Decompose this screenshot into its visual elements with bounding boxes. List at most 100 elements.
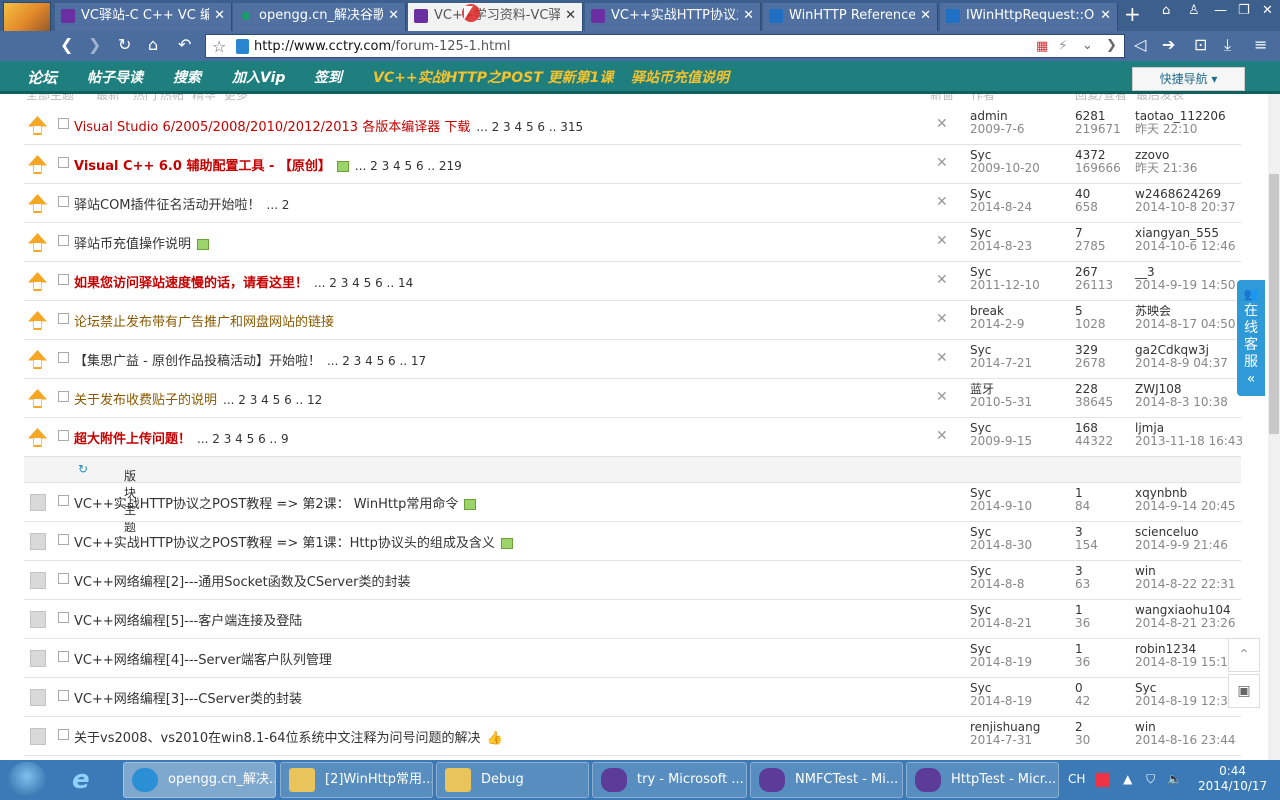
page-links[interactable]: ... 2 3 4 5 6 .. 9 (197, 432, 289, 446)
page-links[interactable]: ... 2 3 4 5 6 .. 315 (476, 120, 583, 134)
thread-checkbox[interactable] (58, 534, 69, 545)
thread-row[interactable]: 关于vs2008、vs2010在win8.1-64位系统中文注释为问号问题的解决… (24, 717, 1241, 756)
thread-title-link[interactable]: 论坛禁止发布带有广告推广和网盘网站的链接 (74, 315, 334, 330)
thread-checkbox[interactable] (58, 118, 69, 129)
last-post-time[interactable]: 昨天 22:10 (1135, 123, 1226, 136)
thread-row[interactable]: VC++网络编程[2]---通用Socket函数及CServer类的封装 Syc 2… (24, 561, 1241, 600)
taskbar-item[interactable]: HttpTest - Micr... (906, 762, 1059, 798)
page-links[interactable]: ... 2 3 4 5 6 .. 14 (314, 276, 413, 290)
list-header-item[interactable]: 更多 (224, 94, 248, 103)
tab-close-icon[interactable]: ✕ (565, 3, 576, 29)
last-post-time[interactable]: 2014-9-14 20:45 (1135, 500, 1236, 513)
thread-title-area[interactable]: Visual C++ 6.0 辅助配置工具 - 【原创】 ... 2 3 4 5 … (74, 155, 462, 174)
list-header-item[interactable]: 作者 (971, 94, 995, 103)
last-post-time[interactable]: 2014-8-22 22:31 (1135, 578, 1236, 591)
tab-close-icon[interactable]: ✕ (1100, 3, 1111, 29)
thread-checkbox[interactable] (58, 495, 69, 506)
security-icon[interactable]: ⛉ (1146, 772, 1155, 786)
qr-code-button[interactable]: ▣ (1228, 674, 1260, 708)
site-nav-highlight[interactable]: VC++实战HTTP之POST 更新第1课 (373, 69, 613, 87)
scrollbar[interactable] (1268, 94, 1280, 760)
list-header-item[interactable]: 最新 (96, 94, 120, 103)
minimize-button[interactable]: — (1214, 3, 1227, 18)
thread-title-area[interactable]: VC++网络编程[4]---Server端客户队列管理 (74, 649, 332, 668)
site-nav-item[interactable]: 论坛 (27, 69, 57, 87)
thread-title-area[interactable]: 超大附件上传问题！ ... 2 3 4 5 6 .. 9 (74, 428, 289, 447)
thread-checkbox[interactable] (58, 690, 69, 701)
taskbar-item[interactable]: NMFCTest - Mi... (750, 762, 903, 798)
go-icon[interactable]: ❯ (1106, 38, 1117, 53)
scrollbar-thumb[interactable] (1269, 174, 1279, 434)
pinned-thread-row[interactable]: 如果您访问驿站速度慢的话，请看这里！ ... 2 3 4 5 6 .. 14 ✕ Sy… (24, 262, 1241, 301)
close-icon[interactable]: ✕ (936, 311, 948, 327)
page-links[interactable]: ... 2 3 4 5 6 .. 12 (223, 393, 322, 407)
pinned-thread-row[interactable]: 关于发布收费贴子的说明 ... 2 3 4 5 6 .. 12 ✕ 蓝牙 2010-5-… (24, 379, 1241, 418)
tab-close-icon[interactable]: ✕ (743, 3, 754, 29)
clock[interactable]: 0:44 2014/10/17 (1198, 764, 1267, 794)
thread-checkbox[interactable] (58, 573, 69, 584)
thread-title-link[interactable]: 关于vs2008、vs2010在win8.1-64位系统中文注释为问号问题的解决 (74, 731, 481, 746)
forward-icon[interactable]: ❯ (88, 36, 101, 54)
thread-title-link[interactable]: 【集思广益 - 原创作品投稿活动】开始啦！ (74, 354, 321, 369)
thread-row[interactable]: VC++网络编程[3]---CServer类的封装 Syc 2014-8-19 0 42… (24, 678, 1241, 717)
flash-icon[interactable]: ⚡ (1058, 38, 1068, 54)
list-header-item[interactable]: 回复/查看 (1075, 94, 1127, 103)
taskbar-item[interactable]: try - Microsoft ... (592, 762, 747, 798)
url-text[interactable]: http://www.cctry.com/forum-125-1.html (254, 39, 511, 54)
thread-title-area[interactable]: 【集思广益 - 原创作品投稿活动】开始啦！ ... 2 3 4 5 6 .. 17 (74, 350, 426, 369)
last-post-time[interactable]: 2014-9-9 21:46 (1135, 539, 1228, 552)
tab-close-icon[interactable]: ✕ (920, 3, 931, 29)
last-post-time[interactable]: 2014-10-6 12:46 (1135, 240, 1236, 253)
menu-icon[interactable]: ≡ (1254, 36, 1267, 54)
site-nav-item[interactable]: 加入Vip (232, 69, 285, 87)
thread-title-link[interactable]: VC++网络编程[2]---通用Socket函数及CServer类的封装 (74, 575, 410, 590)
last-post-time[interactable]: 2014-8-9 04:37 (1135, 357, 1228, 370)
thread-title-link[interactable]: VC++网络编程[3]---CServer类的封装 (74, 692, 302, 707)
last-post-time[interactable]: 2014-10-8 20:37 (1135, 201, 1236, 214)
thread-title-link[interactable]: VC++实战HTTP协议之POST教程 => 第2课： WinHttp常用命令 (74, 497, 458, 512)
tab-close-icon[interactable]: ✕ (388, 3, 399, 29)
thread-checkbox[interactable] (58, 196, 69, 207)
sync-icon[interactable]: ➔ (1162, 36, 1175, 54)
tab-close-icon[interactable]: ✕ (214, 3, 225, 29)
start-button[interactable] (8, 762, 46, 798)
thread-checkbox[interactable] (58, 274, 69, 285)
thread-title-area[interactable]: VC++实战HTTP协议之POST教程 => 第1课：Http协议头的组成及含义 (74, 532, 513, 551)
home-icon[interactable]: ⌂ (148, 36, 158, 54)
thread-title-link[interactable]: VC++实战HTTP协议之POST教程 => 第1课：Http协议头的组成及含义 (74, 536, 495, 551)
online-service-button[interactable]: 👥 在线客服 « (1237, 280, 1265, 396)
last-post-time[interactable]: 2014-8-17 04:50 (1135, 318, 1236, 331)
calendar-icon[interactable]: ▦ (1036, 39, 1048, 54)
star-icon[interactable]: ☆ (212, 37, 226, 56)
thread-checkbox[interactable] (58, 612, 69, 623)
thread-title-area[interactable]: Visual Studio 6/2005/2008/2010/2012/2013… (74, 116, 583, 135)
thread-row[interactable]: VC++实战HTTP协议之POST教程 => 第1课：Http协议头的组成及含义… (24, 522, 1241, 561)
pinned-thread-row[interactable]: 【集思广益 - 原创作品投稿活动】开始啦！ ... 2 3 4 5 6 .. 17… (24, 340, 1241, 379)
thread-checkbox[interactable] (58, 313, 69, 324)
close-icon[interactable]: ✕ (936, 389, 948, 405)
shirt-icon[interactable]: ♙ (1188, 3, 1200, 18)
list-header-item[interactable]: 最后发表 (1136, 94, 1184, 103)
last-post-time[interactable]: 昨天 21:36 (1135, 162, 1197, 175)
thread-title-area[interactable]: 论坛禁止发布带有广告推广和网盘网站的链接 (74, 311, 334, 330)
close-icon[interactable]: ✕ (936, 350, 948, 366)
page-links[interactable]: ... 2 3 4 5 6 .. 17 (327, 354, 426, 368)
thread-title-link[interactable]: 驿站COM插件征名活动开始啦！ (74, 198, 261, 213)
thread-title-area[interactable]: VC++网络编程[5]---客户端连接及登陆 (74, 610, 302, 629)
thread-title-area[interactable]: VC++网络编程[3]---CServer类的封装 (74, 688, 302, 707)
last-post-time[interactable]: 2014-8-21 23:26 (1135, 617, 1236, 630)
browser-tab[interactable]: IWinHttpRequest::Ope ✕ (940, 3, 1118, 31)
close-icon[interactable]: ✕ (936, 194, 948, 210)
thread-title-area[interactable]: 驿站币充值操作说明 (74, 233, 210, 252)
close-window-button[interactable]: ✕ (1262, 3, 1273, 18)
skin-icon[interactable]: ⌂ (1162, 3, 1170, 18)
thread-title-area[interactable]: VC++实战HTTP协议之POST教程 => 第2课： WinHttp常用命令 (74, 493, 477, 512)
thread-checkbox[interactable] (58, 729, 69, 740)
address-bar[interactable]: ☆ http://www.cctry.com/forum-125-1.html … (205, 34, 1125, 58)
thread-title-area[interactable]: 驿站COM插件征名活动开始啦！ ... 2 (74, 194, 289, 213)
list-header-item[interactable]: 热帖 (160, 94, 184, 103)
quick-nav-button[interactable]: 快捷导航 ▾ (1132, 67, 1245, 91)
thread-checkbox[interactable] (58, 352, 69, 363)
close-icon[interactable]: ✕ (936, 116, 948, 132)
tray-arrow-icon[interactable]: ▲ (1123, 772, 1132, 786)
